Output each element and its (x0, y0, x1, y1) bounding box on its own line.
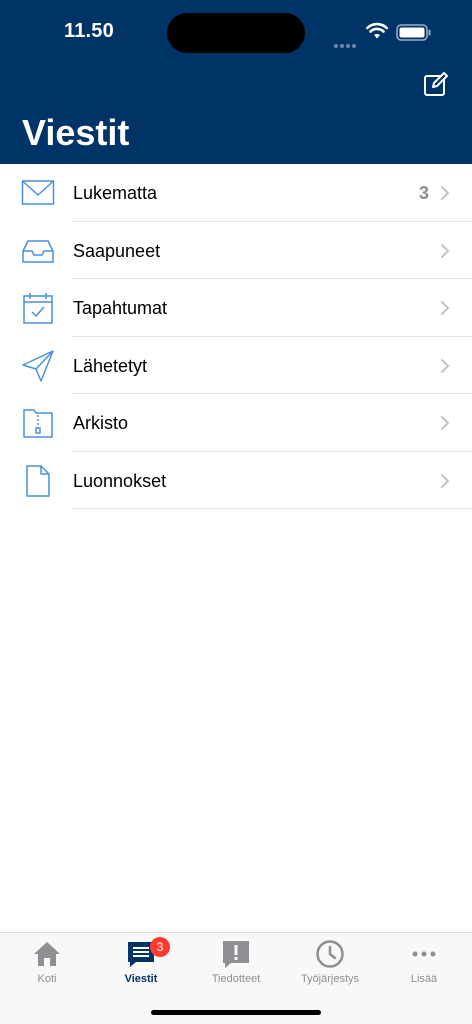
document-icon (26, 464, 50, 497)
folder-label: Arkisto (73, 413, 129, 433)
folder-list: Lukematta 3 Saapuneet Tapahtumat Lähetet (0, 164, 472, 509)
chevron-right-icon (441, 186, 450, 200)
folder-row-tapahtumat[interactable]: Tapahtumat (0, 279, 472, 337)
folder-row-lahetetyt[interactable]: Lähetetyt (0, 337, 472, 394)
folder-row-lukematta[interactable]: Lukematta 3 (0, 164, 472, 222)
folder-row-arkisto[interactable]: Arkisto (0, 394, 472, 452)
page-title: Viestit (22, 112, 130, 153)
archive-folder-icon (23, 409, 53, 438)
calendar-check-icon (23, 293, 53, 324)
clock-icon (316, 940, 344, 968)
row-divider (72, 508, 472, 509)
tab-tyojarjestys[interactable]: Työjärjestys (283, 939, 377, 989)
tab-label: Tiedotteet (211, 973, 261, 985)
chevron-right-icon (441, 358, 450, 373)
status-time: 11.50 (64, 20, 114, 42)
chevron-right-icon (441, 301, 450, 315)
cellular-signal-icon (334, 35, 360, 48)
home-icon (34, 942, 60, 966)
more-icon (412, 951, 436, 957)
folder-label: Lukematta (73, 183, 158, 203)
folder-row-luonnokset[interactable]: Luonnokset (0, 452, 472, 509)
battery-icon (396, 24, 431, 41)
tab-label: Viestit (124, 973, 158, 985)
announcement-icon (223, 941, 249, 968)
tab-label: Lisää (410, 973, 438, 985)
home-indicator (151, 1010, 321, 1015)
inbox-tray-icon (22, 239, 54, 263)
paper-plane-icon (22, 349, 54, 382)
tab-label: Koti (37, 973, 57, 985)
envelope-icon (21, 180, 55, 205)
folder-label: Tapahtumat (73, 298, 168, 318)
folder-label: Lähetetyt (73, 355, 148, 376)
folder-label: Luonnokset (73, 470, 167, 491)
folder-row-saapuneet[interactable]: Saapuneet (0, 222, 472, 279)
header-bar: 11.50 Viestit (0, 0, 472, 164)
folder-label: Saapuneet (73, 240, 161, 261)
unread-badge: 3 (150, 937, 170, 957)
tab-label: Työjärjestys (300, 973, 360, 985)
dynamic-island (167, 13, 305, 53)
wifi-icon (366, 22, 388, 39)
tab-tiedotteet[interactable]: Tiedotteet (189, 939, 283, 989)
tab-koti[interactable]: Koti (0, 939, 94, 989)
tab-lisaa[interactable]: Lisää (377, 939, 471, 989)
chevron-right-icon (441, 243, 450, 258)
chevron-right-icon (441, 416, 450, 430)
tab-viestit[interactable]: 3 Viestit (94, 937, 188, 989)
chevron-right-icon (441, 473, 450, 488)
compose-icon[interactable] (423, 71, 449, 97)
unread-count: 3 (418, 183, 429, 203)
